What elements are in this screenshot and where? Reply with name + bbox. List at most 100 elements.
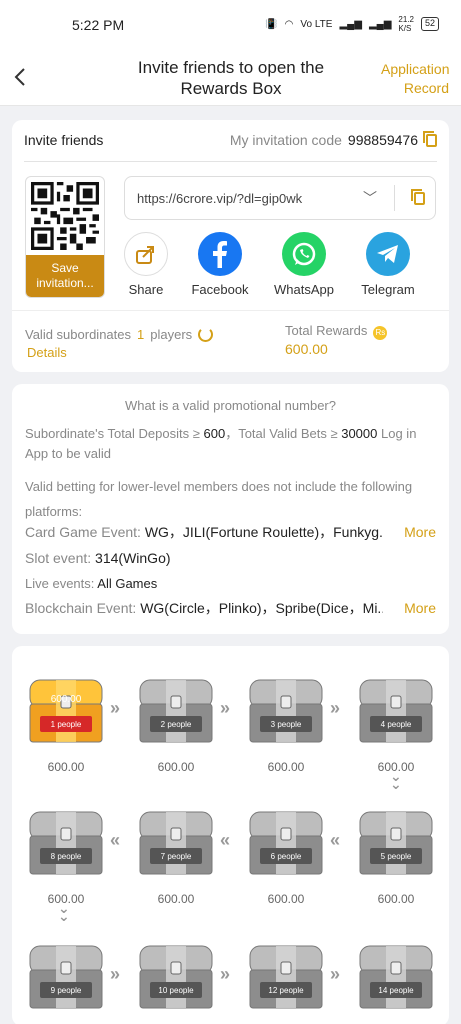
reward-chest-10[interactable]: 10 people600.00 xyxy=(136,940,216,1024)
reward-chest-7[interactable]: 7 people 600.00 xyxy=(136,806,216,906)
slot-label: Slot event: xyxy=(25,550,92,566)
chest-people-label: 12 people xyxy=(268,986,304,995)
progress-arrow-icon: « xyxy=(220,830,231,850)
total-rewards-text: Total Rewards xyxy=(285,323,368,338)
facebook-icon xyxy=(198,232,242,276)
progress-arrow-icon: » xyxy=(110,964,121,984)
qr-code-image xyxy=(31,182,99,250)
progress-arrow-icon: » xyxy=(110,698,121,718)
page-title: Invite friends to open the Rewards Box xyxy=(137,58,325,98)
rule-deposit-value: 600 xyxy=(203,426,226,441)
chest-people-label: 5 people xyxy=(381,852,412,861)
rules-heading: What is a valid promotional number? xyxy=(125,398,336,413)
chest-people-label: 4 people xyxy=(381,720,412,729)
reward-chest-12[interactable]: 14 people1,200.00 xyxy=(356,940,436,1024)
whatsapp-share-button[interactable]: WhatsApp xyxy=(270,232,338,297)
chest-amount: 600.00 xyxy=(267,892,305,906)
chevron-left-icon xyxy=(14,68,25,86)
invitation-code-label: My invitation code xyxy=(229,132,342,148)
share-icon xyxy=(124,232,168,276)
progress-arrow-icon: ⌄ ⌄ xyxy=(58,900,70,924)
chest-people-label: 7 people xyxy=(161,852,192,861)
players-label: players xyxy=(150,327,193,342)
telegram-share-button[interactable]: Telegram xyxy=(356,232,420,297)
chest-amount: 600.00 xyxy=(47,760,85,774)
valid-subordinates-label: Valid subordinates xyxy=(25,327,131,342)
chest-people-label: 2 people xyxy=(161,720,192,729)
chest-people-label: 3 people xyxy=(271,720,302,729)
reward-chest-8[interactable]: 8 people 600.00 xyxy=(26,806,106,906)
invite-link-box[interactable]: https://6crore.vip/?dl=gip0wk ﹀ xyxy=(124,176,436,220)
progress-arrow-icon: » xyxy=(220,698,231,718)
card-game-value: WG，JILI(Fortune Roulette)，Funkyg... xyxy=(144,524,383,540)
card-game-event: Card Game Event: WG，JILI(Fortune Roulett… xyxy=(25,522,383,542)
chest-people-label: 1 people xyxy=(51,720,82,729)
chevron-down-icon[interactable]: ﹀ xyxy=(363,188,377,208)
status-bar: 5:22 PM 📳 ◠ Vo LTE ▂▄▆ ▂▄▆ 21.2 K/S 52 xyxy=(0,0,461,48)
signal-icon-2: ▂▄▆ xyxy=(368,18,392,30)
chest-amount: 600.00 xyxy=(157,760,195,774)
live-label: Live events: xyxy=(25,576,95,591)
blockchain-value: WG(Circle，Plinko)，Spribe(Dice，Mi... xyxy=(140,600,383,616)
reward-chest-6[interactable]: 6 people 600.00 xyxy=(246,806,326,906)
invitation-code-value: 998859476 xyxy=(347,132,418,148)
invite-card: Invite friends My invitation code 9988594… xyxy=(12,120,449,372)
blockchain-more-link[interactable]: More xyxy=(404,598,436,618)
chest-amount: 600.00 xyxy=(267,760,305,774)
application-record-link[interactable]: Application Record xyxy=(381,60,450,98)
reward-chest-3[interactable]: 3 people 600.00 xyxy=(246,674,326,774)
volte-icon: Vo LTE xyxy=(300,18,333,30)
back-button[interactable] xyxy=(10,64,32,90)
whatsapp-icon xyxy=(282,232,326,276)
progress-arrow-icon: » xyxy=(330,964,341,984)
battery-icon: 52 xyxy=(420,17,439,31)
card-game-more-link[interactable]: More xyxy=(404,522,436,542)
rule-bets-value: 30000 xyxy=(341,426,378,441)
svg-text:600.00: 600.00 xyxy=(51,694,82,705)
progress-arrow-icon: » xyxy=(220,964,231,984)
subordinates-summary: Valid subordinates 1 players Details Total… xyxy=(12,310,449,372)
invitation-code: My invitation code 998859476 xyxy=(229,131,437,148)
reward-chest-11[interactable]: 12 people1,200.00 xyxy=(246,940,326,1024)
reward-chest-2[interactable]: 2 people 600.00 xyxy=(136,674,216,774)
reward-chest-1[interactable]: 600.00 1 people 600.00 xyxy=(26,674,106,774)
net-speed: 21.2 K/S xyxy=(398,15,414,33)
telegram-label: Telegram xyxy=(361,282,415,297)
status-icons: 📳 ◠ Vo LTE ▂▄▆ ▂▄▆ 21.2 K/S 52 xyxy=(265,15,439,33)
facebook-label: Facebook xyxy=(191,282,249,297)
chest-people-label: 14 people xyxy=(378,986,414,995)
invite-link: https://6crore.vip/?dl=gip0wk xyxy=(137,191,303,206)
copy-code-icon[interactable] xyxy=(423,131,437,147)
coin-icon: Rs xyxy=(373,326,388,340)
invitation-code-row: Invite friends My invitation code 9988594… xyxy=(24,128,437,162)
slot-value: 314(WinGo) xyxy=(95,550,171,566)
qr-code: Save invitation... xyxy=(25,176,105,298)
progress-arrow-icon: » xyxy=(330,698,341,718)
rules-platform-note: Valid betting for lower-level members do… xyxy=(25,479,413,519)
chest-people-label: 9 people xyxy=(51,986,82,995)
reward-chest-9[interactable]: 9 people600.00 xyxy=(26,940,106,1024)
copy-link-icon[interactable] xyxy=(411,189,425,205)
valid-subordinates-count: 1 xyxy=(137,327,145,342)
chest-amount: 600.00 xyxy=(157,892,195,906)
reward-chest-4[interactable]: 4 people 600.00 xyxy=(356,674,436,774)
share-button[interactable]: Share xyxy=(122,232,170,297)
facebook-share-button[interactable]: Facebook xyxy=(188,232,252,297)
reward-chest-5[interactable]: 5 people 600.00 xyxy=(356,806,436,906)
details-link[interactable]: Details xyxy=(27,345,67,360)
total-rewards-value: 600.00 xyxy=(285,341,328,357)
page-header: Invite friends to open the Rewards Box A… xyxy=(0,48,461,106)
rules-deposit-requirement: Subordinate's Total Deposits ≥ 600，Total… xyxy=(25,424,436,464)
card-game-label: Card Game Event: xyxy=(25,524,141,540)
wifi-icon: ◠ xyxy=(284,18,294,30)
whatsapp-label: WhatsApp xyxy=(274,282,334,297)
blockchain-label: Blockchain Event: xyxy=(25,600,137,616)
status-time: 5:22 PM xyxy=(72,17,125,33)
signal-icon: ▂▄▆ xyxy=(339,18,362,30)
chest-people-label: 10 people xyxy=(158,986,194,995)
refresh-icon[interactable] xyxy=(198,327,214,342)
valid-subordinates: Valid subordinates 1 players xyxy=(25,327,214,342)
invite-friends-label: Invite friends xyxy=(24,132,104,148)
vibrate-icon: 📳 xyxy=(265,18,278,30)
save-invitation-button[interactable]: Save invitation... xyxy=(26,255,104,297)
